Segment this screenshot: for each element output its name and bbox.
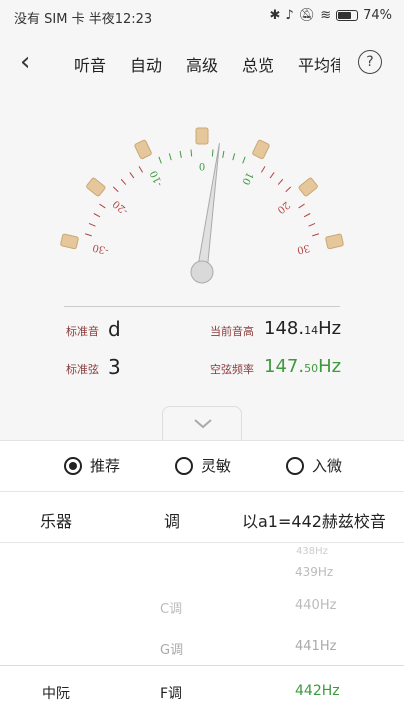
gauge-tick	[112, 186, 119, 193]
gauge-tick	[168, 153, 172, 161]
wifi-icon: ≋	[320, 8, 332, 23]
gauge-marker	[86, 177, 106, 197]
status-icons: ✱ ♪ 🔕︎ ≋ 74%	[269, 8, 392, 23]
gauge-label-minus-30: -30	[92, 241, 110, 255]
gauge-tick	[303, 213, 311, 218]
radio-unchecked-icon	[286, 456, 304, 475]
gauge-marker	[252, 139, 270, 160]
standard-string-value: 3	[108, 355, 121, 379]
gauge-marker	[195, 127, 209, 145]
gauge-markers	[60, 127, 344, 250]
gauge-tick	[138, 166, 144, 173]
radio-unchecked-icon	[175, 456, 193, 475]
gauge-tick	[298, 203, 305, 209]
selected-key[interactable]: F调	[160, 683, 182, 703]
gauge-label-zero: 0	[199, 163, 205, 174]
gauge-tick	[84, 233, 92, 237]
selected-instrument[interactable]: 中阮	[42, 683, 70, 703]
gauge-tick	[242, 156, 246, 164]
sensitivity-options: 推荐 灵敏 入微	[0, 455, 404, 481]
needle-pivot	[190, 260, 214, 284]
picker-freq-item[interactable]: 440Hz	[295, 598, 336, 613]
gauge-tick	[232, 153, 236, 161]
header-instrument: 乐器	[40, 512, 73, 531]
gauge-label-minus-20: -20	[111, 198, 130, 217]
gauge-divider	[64, 306, 340, 307]
picker-key-item[interactable]: G调	[160, 639, 183, 658]
gauge-tick	[222, 150, 225, 158]
tab-listen[interactable]: 听音	[74, 52, 106, 76]
top-navigation: ‹ 听音 自动 高级 总览 平均律 ?	[0, 40, 404, 86]
gauge-tick	[129, 172, 135, 179]
mode-recommended[interactable]: 推荐	[64, 455, 120, 476]
gauge-tick	[88, 222, 96, 227]
gauge-tick	[269, 172, 275, 179]
gauge-tick	[120, 178, 127, 185]
tab-advanced[interactable]: 高级	[186, 52, 218, 76]
open-string-label: 空弦频率	[210, 363, 254, 376]
standard-string-label: 标准弦	[66, 363, 99, 376]
current-pitch-label: 当前音高	[210, 325, 254, 338]
selected-freq[interactable]: 442Hz	[295, 683, 340, 699]
settings-panel: 推荐 灵敏 入微 乐器 调 以a1=442赫兹校音 438Hz 439Hz C调…	[0, 440, 404, 721]
gauge-label-minus-10: -10	[149, 169, 166, 188]
gauge-tick	[308, 222, 316, 227]
bluetooth-icon: ✱	[269, 8, 281, 23]
gauge-tick	[179, 150, 182, 158]
header-key: 调	[164, 512, 181, 531]
gauge-marker	[60, 233, 79, 250]
battery-icon	[336, 10, 359, 21]
current-pitch-value: 148.14Hz	[264, 318, 342, 339]
gauge-tick	[190, 149, 193, 157]
open-string-value: 147.50Hz	[264, 356, 342, 377]
table-header: 乐器 调 以a1=442赫兹校音	[0, 491, 404, 543]
battery-percent: 74%	[363, 8, 392, 23]
radio-checked-icon	[64, 456, 82, 475]
standard-note-value: d	[108, 317, 121, 341]
gauge-marker	[298, 177, 318, 197]
tab-auto[interactable]: 自动	[130, 52, 162, 76]
back-button[interactable]: ‹	[20, 49, 30, 75]
gauge-tick	[158, 156, 162, 164]
gauge-label-20: 20	[275, 199, 292, 216]
status-text: 没有 SIM 卡 半夜12:23	[14, 12, 153, 27]
gauge-tick	[93, 213, 101, 218]
gauge-tick	[285, 186, 292, 193]
mic-icon: ♪	[285, 8, 294, 23]
picker-freq-item[interactable]: 441Hz	[295, 639, 336, 654]
tab-equal-temperament[interactable]: 平均律	[298, 52, 340, 76]
gauge-tick	[277, 178, 284, 185]
mode-precise[interactable]: 入微	[286, 455, 342, 476]
help-icon[interactable]: ?	[358, 50, 382, 74]
mode-sensitive[interactable]: 灵敏	[175, 455, 231, 476]
tuning-gauge: -30 -20 -10 0 10 20 30	[60, 127, 344, 284]
tab-bar: 听音 自动 高级 总览 平均律	[64, 40, 340, 86]
gauge-label-30: 30	[296, 242, 311, 256]
mute-icon: 🔕︎	[298, 8, 316, 23]
gauge-tick	[312, 233, 320, 237]
gauge-tick	[211, 149, 214, 157]
collapse-panel-button[interactable]	[162, 406, 242, 440]
tab-overview[interactable]: 总览	[242, 52, 274, 76]
picker-freq-item[interactable]: 438Hz	[296, 546, 328, 557]
picker-key-item[interactable]: C调	[160, 598, 182, 617]
gauge-marker	[134, 139, 152, 160]
standard-note-label: 标准音	[66, 325, 99, 338]
picker-selection-line	[0, 665, 404, 666]
gauge-tick	[99, 203, 106, 209]
header-calibration: 以a1=442赫兹校音	[242, 512, 386, 531]
gauge-tick	[260, 166, 266, 173]
gauge-label-10: 10	[239, 170, 254, 186]
chevron-down-icon	[194, 419, 212, 429]
gauge-marker	[325, 233, 344, 250]
status-bar: 没有 SIM 卡 半夜12:23 ✱ ♪ 🔕︎ ≋ 74%	[0, 0, 404, 32]
picker-freq-item[interactable]: 439Hz	[295, 565, 333, 579]
